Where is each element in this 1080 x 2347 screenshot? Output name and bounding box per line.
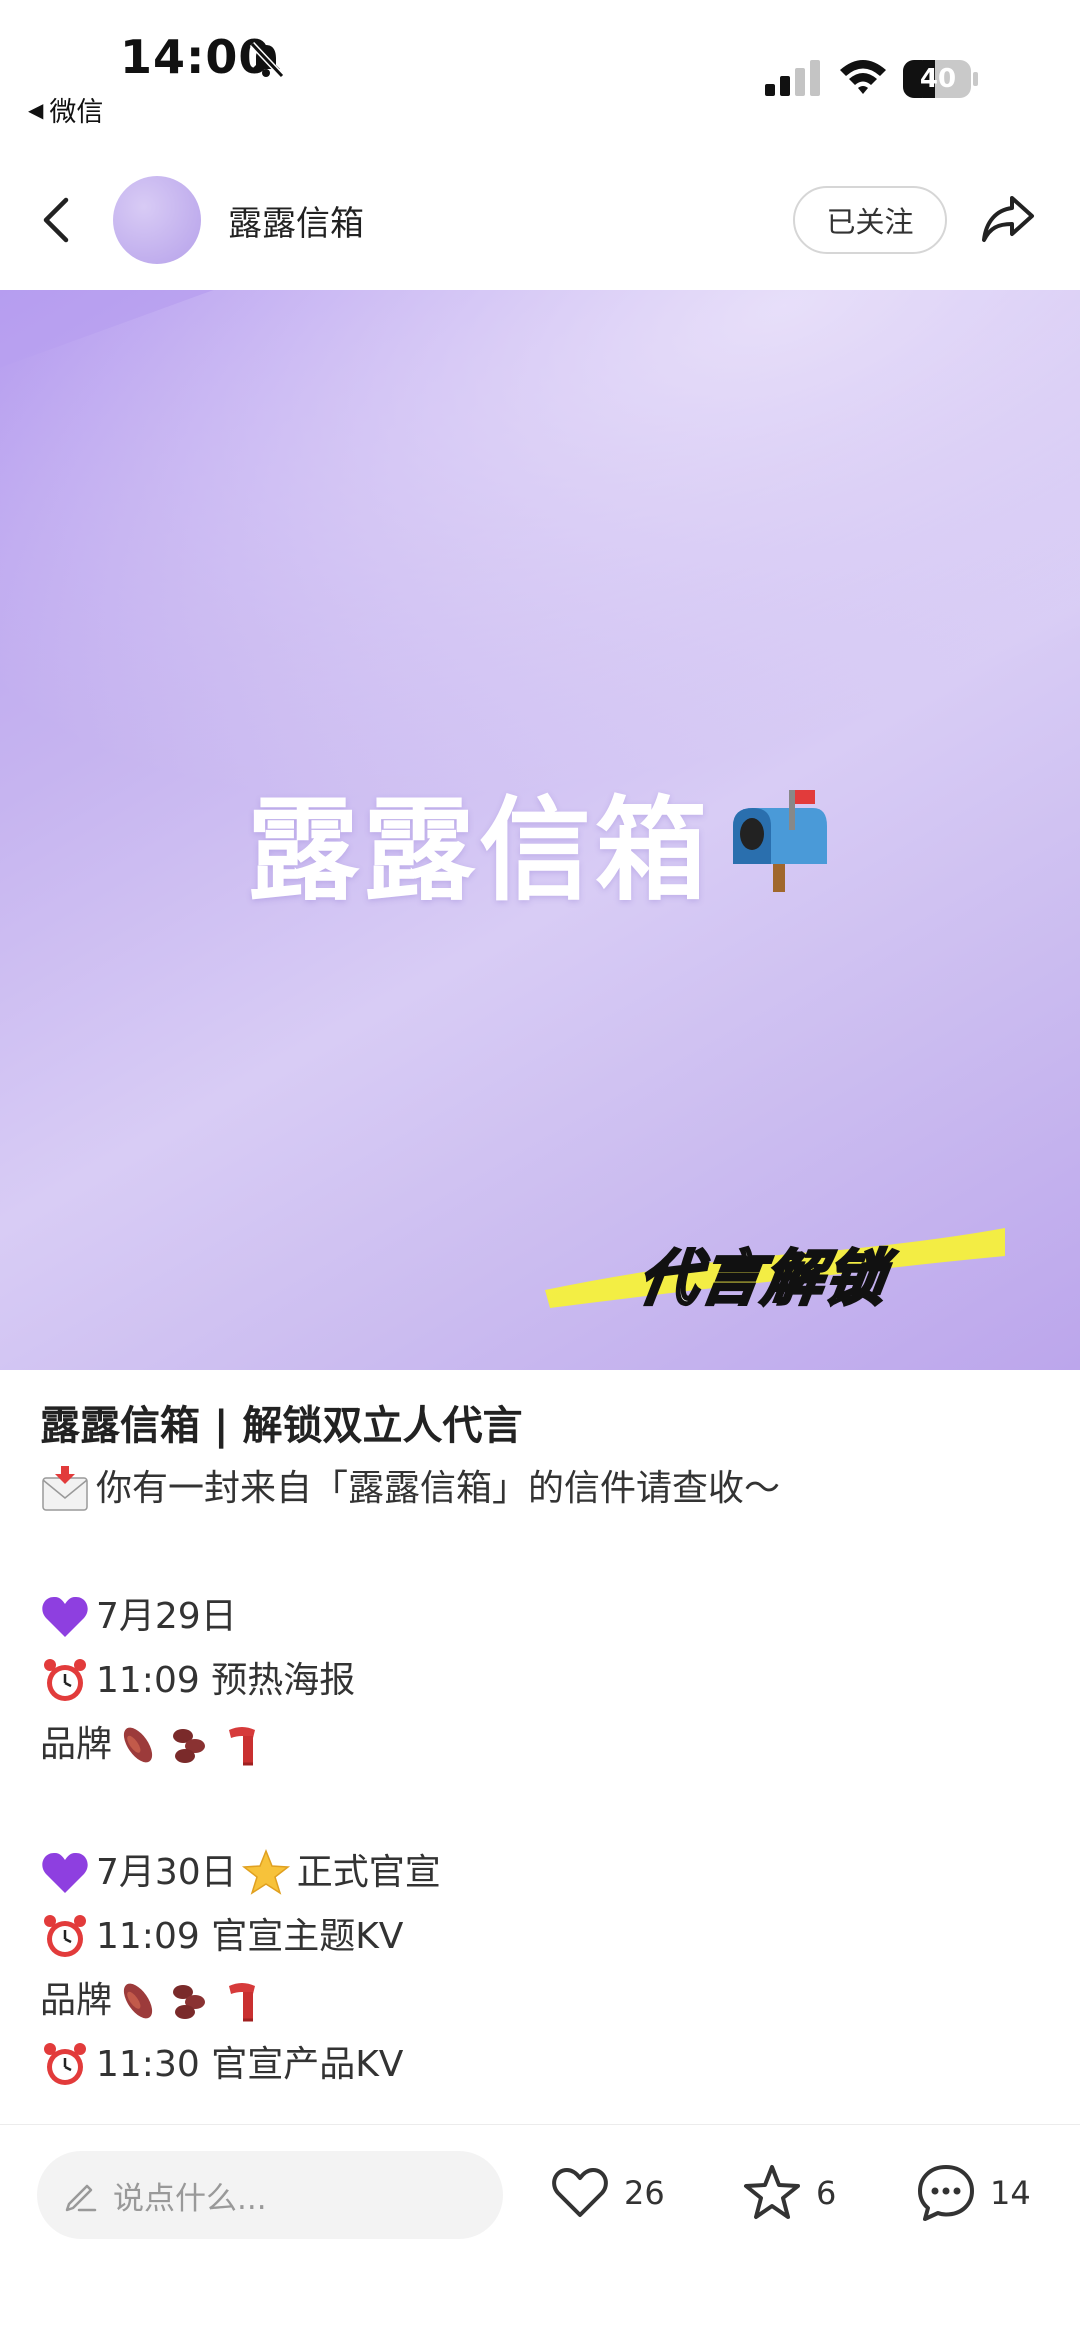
post-title: 露露信箱 | 解锁双立人代言: [40, 1403, 523, 1449]
like-count: 26: [624, 2174, 665, 2212]
post-line: 品牌: [40, 1713, 1040, 1777]
heart-icon: [552, 2168, 608, 2217]
mailbox-icon: [733, 790, 827, 892]
nav-bar: 露露信箱 已关注: [0, 150, 1080, 290]
cover-title: 露露信箱: [0, 760, 1080, 922]
post-line: 11:09 预热海报: [40, 1649, 1040, 1713]
official-text: 正式官宣: [296, 1852, 441, 1893]
comment-count: 14: [990, 2174, 1031, 2212]
cover-title-text: 露露信箱: [247, 786, 711, 916]
wifi-icon: [840, 60, 886, 94]
cover-tag-text: 代言解锁: [633, 1243, 894, 1316]
brand-text: 品牌: [40, 1980, 113, 2021]
cover-image[interactable]: 露露信箱 代言解锁: [0, 290, 1080, 1370]
comment-input[interactable]: 说点什么...: [37, 2151, 503, 2239]
alarm-clock-icon: [44, 1915, 86, 1957]
date-text: 7月29日: [96, 1596, 237, 1637]
status-bar: 14:00 ◀ 微信 40: [0, 0, 1080, 150]
bottom-action-bar: 说点什么... 26 6 14: [0, 2124, 1080, 2347]
purple-heart-icon: [42, 1596, 88, 1637]
scarf-icon: [229, 1727, 256, 1766]
purple-heart-icon: [42, 1852, 88, 1893]
schedule-text: 11:30 官宣产品KV: [96, 2044, 404, 2085]
back-app-label: 微信: [49, 97, 104, 128]
post-content: 露露信箱 | 解锁双立人代言 你有一封来自「露露信箱」的信件请查收～ 7月29日…: [40, 1395, 1040, 2097]
post-line: 7月29日: [40, 1585, 1040, 1649]
beans-icon: [173, 1985, 206, 2019]
alarm-clock-icon: [44, 1659, 86, 1701]
post-line: 品牌: [40, 1969, 1040, 2033]
star-outline-icon: [744, 2165, 800, 2219]
bell-muted-icon: [249, 41, 285, 79]
like-button[interactable]: 26: [548, 2161, 665, 2225]
post-line: 11:30 官宣产品KV: [40, 2033, 1040, 2097]
schedule-text: 11:09 预热海报: [96, 1660, 356, 1701]
cellular-signal-icon: [765, 60, 820, 96]
schedule-text: 11:09 官宣主题KV: [96, 1916, 404, 1957]
date-text: 7月30日: [96, 1852, 237, 1893]
comment-button[interactable]: 14: [914, 2161, 1031, 2225]
favorite-count: 6: [816, 2174, 837, 2212]
pencil-icon: [65, 2184, 97, 2212]
sweet-potato-icon: [123, 1983, 153, 2019]
follow-button[interactable]: 已关注: [793, 186, 947, 254]
alarm-clock-icon: [44, 2043, 86, 2085]
post-line: 你有一封来自「露露信箱」的信件请查收～: [40, 1457, 1040, 1521]
sweet-potato-icon: [123, 1727, 153, 1763]
star-icon: [241, 1848, 290, 1895]
back-triangle-icon: ◀: [28, 97, 44, 122]
envelope-icon: [42, 1466, 88, 1511]
favorite-button[interactable]: 6: [740, 2161, 836, 2225]
brand-text: 品牌: [40, 1724, 113, 1765]
post-line: 7月30日 正式官宣: [40, 1841, 1040, 1905]
post-line: 11:09 官宣主题KV: [40, 1905, 1040, 1969]
share-icon[interactable]: [978, 188, 1038, 248]
back-to-wechat[interactable]: ◀ 微信: [28, 90, 103, 129]
comment-bubble-icon: [918, 2165, 974, 2221]
author-name[interactable]: 露露信箱: [228, 196, 364, 245]
beans-icon: [173, 1729, 206, 1763]
back-arrow-icon[interactable]: [36, 192, 84, 248]
comment-placeholder: 说点什么...: [113, 2180, 267, 2217]
author-avatar[interactable]: [113, 176, 201, 264]
battery-level: 40: [919, 64, 957, 94]
post-intro-text: 你有一封来自「露露信箱」的信件请查收～: [96, 1468, 781, 1509]
scarf-icon: [229, 1983, 256, 2022]
